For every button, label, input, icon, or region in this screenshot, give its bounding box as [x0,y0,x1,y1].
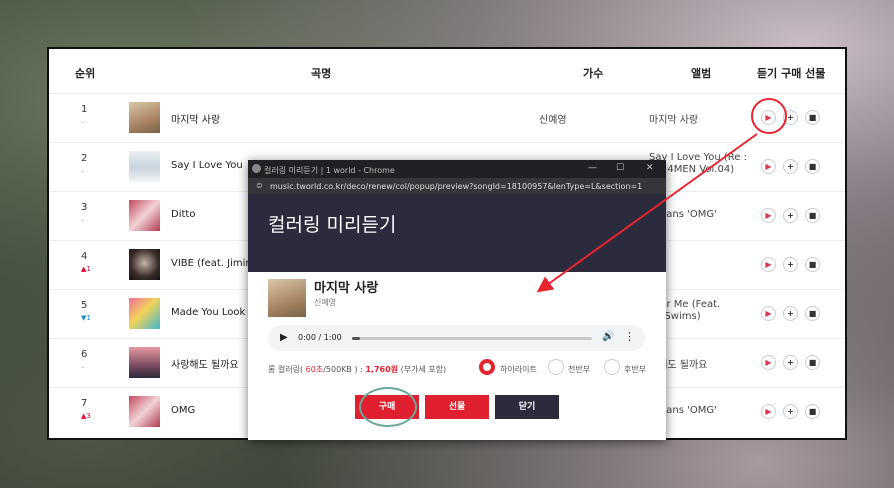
annotation-arrow [536,133,758,293]
